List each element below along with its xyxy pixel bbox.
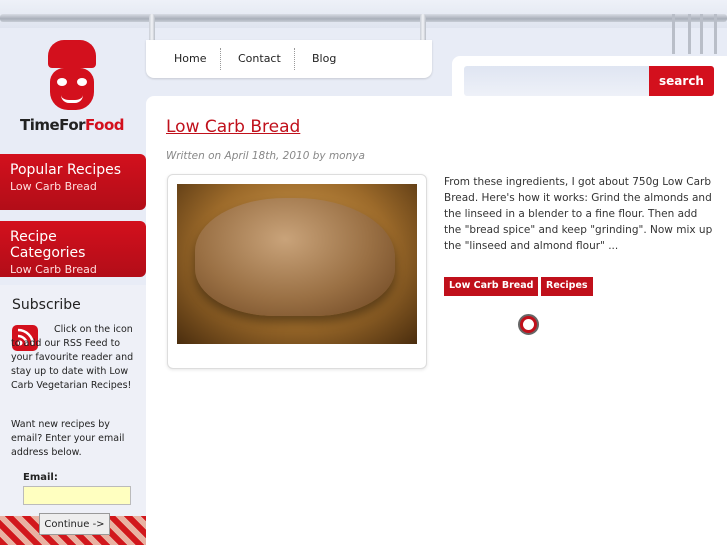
email-label: Email: bbox=[23, 472, 58, 483]
logo[interactable]: TimeForFood bbox=[0, 28, 146, 148]
recipe-categories-title: Recipe Categories bbox=[10, 229, 86, 261]
nav-separator bbox=[294, 48, 295, 70]
brand-name: TimeForFood bbox=[20, 116, 125, 134]
bread-photo[interactable] bbox=[177, 184, 417, 344]
rail-bar bbox=[0, 14, 727, 22]
recipe-categories-link[interactable]: Low Carb Bread bbox=[0, 263, 146, 276]
brand-part1: TimeFor bbox=[20, 116, 86, 134]
utensil-icon bbox=[700, 14, 703, 54]
search-button[interactable]: search bbox=[649, 66, 714, 96]
nav-blog[interactable]: Blog bbox=[312, 52, 336, 65]
utensil-icon bbox=[688, 14, 691, 54]
post-excerpt: From these ingredients, I got about 750g… bbox=[444, 176, 713, 252]
recipe-categories-box: Recipe Categories Low Carb Bread bbox=[0, 221, 146, 277]
nav-home[interactable]: Home bbox=[174, 52, 206, 65]
popular-recipes-title: Popular Recipes bbox=[10, 162, 122, 178]
chef-eye bbox=[77, 78, 87, 86]
post-title[interactable]: Low Carb Bread bbox=[166, 117, 300, 137]
subscribe-box: Subscribe bbox=[0, 285, 146, 517]
tag-recipes[interactable]: Recipes bbox=[541, 277, 593, 296]
email-description: Want new recipes by email? Enter your em… bbox=[11, 419, 125, 458]
top-nav: Home Contact Blog bbox=[146, 40, 432, 78]
bread-loaf bbox=[195, 198, 395, 316]
search-input[interactable] bbox=[464, 66, 649, 96]
popular-recipes-box: Popular Recipes Low Carb Bread bbox=[0, 154, 146, 210]
email-field[interactable] bbox=[23, 486, 131, 505]
continue-button[interactable]: Continue -> bbox=[39, 513, 110, 535]
nav-separator bbox=[220, 48, 221, 70]
chef-face bbox=[50, 68, 94, 110]
timer-icon[interactable] bbox=[518, 314, 539, 335]
rss-description: Click on the icon to add our RSS Feed to… bbox=[11, 324, 134, 391]
nav-contact[interactable]: Contact bbox=[238, 52, 281, 65]
popular-recipes-link[interactable]: Low Carb Bread bbox=[0, 180, 146, 193]
utensil-icon bbox=[672, 14, 675, 54]
brand-part2: Food bbox=[85, 116, 125, 134]
subscribe-title: Subscribe bbox=[12, 297, 81, 313]
post-meta: Written on April 18th, 2010 by monya bbox=[166, 150, 365, 162]
tag-low-carb-bread[interactable]: Low Carb Bread bbox=[444, 277, 539, 296]
utensil-icon bbox=[714, 14, 717, 54]
chef-eye bbox=[57, 78, 67, 86]
chef-logo-icon bbox=[48, 40, 96, 68]
